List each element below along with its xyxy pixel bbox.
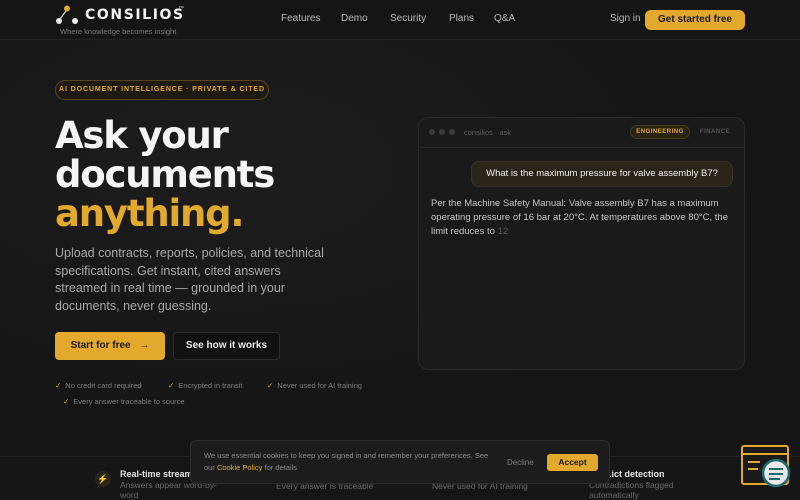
cookie-accept-button[interactable]: Accept [547, 454, 598, 471]
assistant-message: Per the Machine Safety Manual: Valve ass… [431, 197, 736, 239]
logo-icon [56, 5, 78, 24]
cookie-policy-link[interactable]: Cookie Policy [217, 463, 262, 472]
user-message: What is the maximum pressure for valve a… [471, 161, 733, 187]
get-started-button[interactable]: Get started free [645, 10, 745, 30]
hero-title-line-1: Ask your [55, 114, 229, 157]
nav-link-features[interactable]: Features [281, 13, 320, 24]
start-free-label: Start for free [70, 340, 131, 351]
brand-name[interactable]: CONSILIOS [85, 7, 185, 23]
start-free-button[interactable]: Start for free → [55, 332, 165, 360]
check-item: ✓ No credit card required [55, 381, 142, 390]
brand-tagline: Where knowledge becomes insight [60, 27, 177, 36]
nav-link-plans[interactable]: Plans [449, 13, 474, 24]
lightning-icon: ⚡ [95, 471, 111, 487]
hero-description: Upload contracts, reports, policies, and… [55, 246, 324, 313]
see-how-button[interactable]: See how it works [173, 332, 280, 360]
assistant-message-text: Per the Machine Safety Manual: Valve ass… [431, 198, 728, 237]
cookie-banner: We use essential cookies to keep you sig… [190, 440, 610, 484]
nav-link-qa[interactable]: Q&A [494, 13, 515, 24]
hero-title-line-2: documents [55, 153, 275, 196]
chat-title: consilios · ask [464, 128, 512, 137]
checkmark-icon: ✓ [55, 381, 62, 390]
top-nav: CONSILIOS ™ Where knowledge becomes insi… [0, 0, 800, 40]
tag-engineering[interactable]: ENGINEERING [630, 125, 690, 139]
chat-header: consilios · ask ENGINEERING FINANCE [419, 118, 744, 148]
hero-badge: AI DOCUMENT INTELLIGENCE · PRIVATE & CIT… [55, 80, 269, 100]
hero-title: Ask your documents anything. [55, 114, 275, 235]
check-item: ✓ Encrypted in transit [168, 381, 243, 390]
window-dot-icon [429, 129, 435, 135]
window-dot-icon [439, 129, 445, 135]
window-dot-icon [449, 129, 455, 135]
check-label: Encrypted in transit [178, 381, 243, 390]
sign-in-link[interactable]: Sign in [610, 13, 641, 24]
check-label: Never used for AI training [277, 381, 362, 390]
tag-finance[interactable]: FINANCE [695, 125, 735, 139]
cookie-text-after: for details [264, 463, 297, 472]
arrow-right-icon: → [139, 340, 150, 351]
hero-title-accent: anything. [55, 192, 244, 235]
feature-title: Real-time stream [120, 469, 193, 479]
checkmark-icon: ✓ [267, 381, 274, 390]
checkmark-icon: ✓ [168, 381, 175, 390]
streaming-text: 12 [497, 226, 509, 237]
cookie-text: We use essential cookies to keep you sig… [204, 450, 489, 474]
nav-link-demo[interactable]: Demo [341, 13, 368, 24]
check-label: No credit card required [65, 381, 142, 390]
check-item: ✓ Every answer traceable to source [63, 397, 185, 406]
chat-support-icon[interactable] [740, 445, 792, 489]
cookie-decline-button[interactable]: Decline [507, 458, 534, 467]
feature-title: ...ict detection [604, 469, 665, 479]
check-item: ✓ Never used for AI training [267, 381, 362, 390]
checkmark-icon: ✓ [63, 397, 70, 406]
trademark: ™ [178, 6, 184, 12]
check-label: Every answer traceable to source [73, 397, 185, 406]
nav-link-security[interactable]: Security [390, 13, 426, 24]
chat-demo-panel: consilios · ask ENGINEERING FINANCE What… [418, 117, 745, 370]
